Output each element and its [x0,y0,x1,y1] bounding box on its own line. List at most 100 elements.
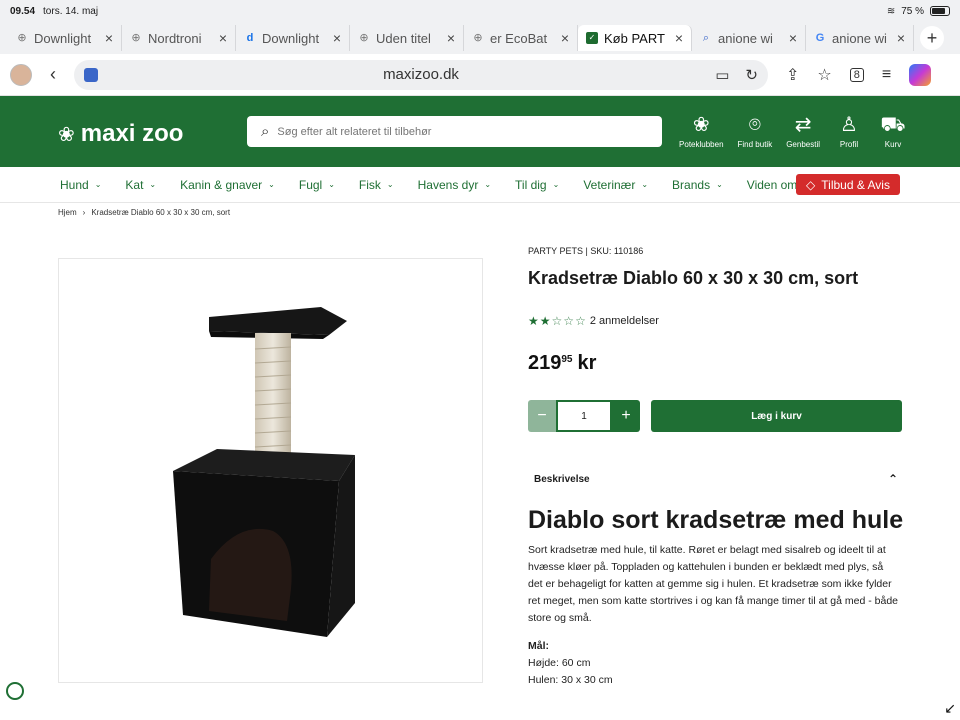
profile-link[interactable]: ♙ Profil [834,114,864,149]
tab-label: Downlight [34,30,92,46]
menu-icon[interactable]: ≡ [882,66,891,84]
search-input[interactable] [277,125,638,138]
reader-icon[interactable]: ▭ [715,66,729,84]
browser-tab-active[interactable]: ✓ Køb PART × [578,25,692,51]
close-icon[interactable]: × [675,30,683,46]
nav-label: Kanin & gnaver [180,177,263,192]
description-title: Diablo sort kradsetræ med hule [528,506,904,534]
category-nav: Hund ⌄ Kat ⌄ Kanin & gnaver ⌄ Fugl ⌄ Fisk ⌄ H… [0,167,960,203]
close-icon[interactable]: × [789,30,797,46]
nav-item-til-dig[interactable]: Til dig ⌄ [515,178,559,192]
close-icon[interactable]: × [105,30,113,46]
poteklubben-label: Poteklubben [679,140,724,149]
review-count[interactable]: 2 anmeldelser [590,315,659,327]
avatar[interactable] [10,63,32,86]
tag-icon: ◇ [806,177,816,192]
site-logo[interactable]: ❀ maxi zoo [58,120,183,148]
cat-tree-illustration [173,307,355,637]
measures: Mål: Højde: 60 cm Hulen: 30 x 30 cm [528,638,613,689]
bookmark-star-icon[interactable]: ☆ [817,65,831,85]
browser-tab[interactable]: ⌕ anione wi × [692,25,806,51]
cart-label: Kurv [884,140,902,149]
product-image[interactable] [58,258,483,683]
nav-label: Fisk [358,177,381,192]
paw-icon: ❀ [692,114,710,136]
nav-item-kat[interactable]: Kat ⌄ [125,178,156,192]
close-icon[interactable]: × [333,30,341,46]
increase-button[interactable]: + [612,400,640,432]
breadcrumb: Hjem › Kradsetræ Diablo 60 x 30 x 30 cm,… [58,208,230,217]
maxizoo-icon: ✓ [586,32,598,44]
measures-heading: Mål: [528,640,549,652]
offers-button[interactable]: ◇ Tilbud & Avis [796,174,900,195]
browser-tab[interactable]: ⊕ Nordtroni × [122,25,236,51]
nav-item-hund[interactable]: Hund ⌄ [60,178,101,192]
nav-item-havens-dyr[interactable]: Havens dyr ⌄ [418,178,491,192]
poteklubben-link[interactable]: ❀ Poteklubben [679,114,723,149]
nav-label: Brands [672,177,711,192]
nav-item-fugl[interactable]: Fugl ⌄ [299,178,335,192]
toolbar-actions: ⇪ ☆ 8 ≡ [786,63,932,86]
address-url[interactable]: maxizoo.dk [74,66,768,83]
chevron-down-icon: ⌄ [552,180,560,189]
browser-tab[interactable]: ⊕ Downlight × [8,25,122,51]
battery-label: 75 % [901,5,924,17]
close-icon[interactable]: × [447,30,455,46]
browser-tab[interactable]: d Downlight × [236,25,350,51]
reorder-label: Genbestil [786,140,820,149]
chevron-down-icon: ⌄ [149,180,157,189]
cart-link[interactable]: ⛟ Kurv [878,114,908,149]
price-currency: kr [577,352,597,374]
chevron-down-icon: ⌄ [386,180,394,189]
header-actions: ❀ Poteklubben ⌾ Find butik ⇄ Genbestil ♙… [679,114,908,149]
nav-item-fisk[interactable]: Fisk ⌄ [359,178,394,192]
chevron-up-icon: ⌃ [887,472,898,486]
nav-item-kanin[interactable]: Kanin & gnaver ⌄ [180,178,275,192]
star-empty-icon: ☆ [563,314,575,328]
reorder-link[interactable]: ⇄ Genbestil [786,114,820,149]
close-icon[interactable]: × [897,30,905,46]
breadcrumb-home[interactable]: Hjem [58,208,77,217]
browser-tab[interactable]: ⊕ er EcoBat × [464,25,578,51]
close-icon[interactable]: × [219,30,227,46]
chevron-down-icon: ⌄ [484,180,492,189]
tab-label: anione wi [718,30,773,46]
tab-label: Nordtroni [148,30,202,46]
new-tab-button[interactable]: + [920,26,944,50]
location-pin-icon: ⌾ [748,114,761,136]
copilot-icon[interactable] [909,63,932,86]
site-header: ❀ maxi zoo ⌕ ❀ Poteklubben ⌾ Find butik … [0,96,960,167]
cookie-settings-icon[interactable] [6,682,24,700]
nav-item-brands[interactable]: Brands ⌄ [672,178,723,192]
quantity-stepper: − 1 + [528,400,640,432]
description-accordion[interactable]: Beskrivelse ⌃ [528,462,902,496]
scroll-handle-icon[interactable]: ↙ [944,700,956,717]
status-time: 09.54 [10,5,36,17]
chevron-down-icon: ⌄ [328,180,335,189]
price-decimals: 95 [561,354,573,365]
d-icon: d [246,32,254,44]
quantity-input[interactable]: 1 [556,400,612,432]
tab-count-icon[interactable]: 8 [849,67,864,82]
browser-tab[interactable]: ⊕ Uden titel × [350,25,464,51]
reload-icon[interactable]: ↻ [745,66,758,84]
search-box[interactable]: ⌕ [247,116,662,147]
product-brand-sku: PARTY PETS | SKU: 110186 [528,246,644,256]
back-icon[interactable]: ‹ [50,64,56,85]
find-store-label: Find butik [737,140,773,149]
nav-item-veterinaer[interactable]: Veterinær ⌄ [583,178,648,192]
tab-label: Køb PART [604,30,665,46]
find-store-link[interactable]: ⌾ Find butik [738,114,773,149]
share-icon[interactable]: ⇪ [786,65,799,85]
product-title: Kradsetræ Diablo 60 x 30 x 30 cm, sort [528,268,859,288]
breadcrumb-current: Kradsetræ Diablo 60 x 30 x 30 cm, sort [91,208,231,217]
close-icon[interactable]: × [561,30,569,46]
address-bar[interactable]: maxizoo.dk ▭ ↻ [74,59,768,90]
price-main: 219 [528,352,562,374]
profile-label: Profil [839,140,859,149]
decrease-button[interactable]: − [528,400,556,432]
browser-tab[interactable]: G anione wi × [806,25,914,51]
add-to-cart-button[interactable]: Læg i kurv [651,400,902,432]
measure-cave: Hulen: 30 x 30 cm [528,674,613,686]
product-rating[interactable]: ★ ★ ☆ ☆ ☆ 2 anmeldelser [528,314,659,328]
